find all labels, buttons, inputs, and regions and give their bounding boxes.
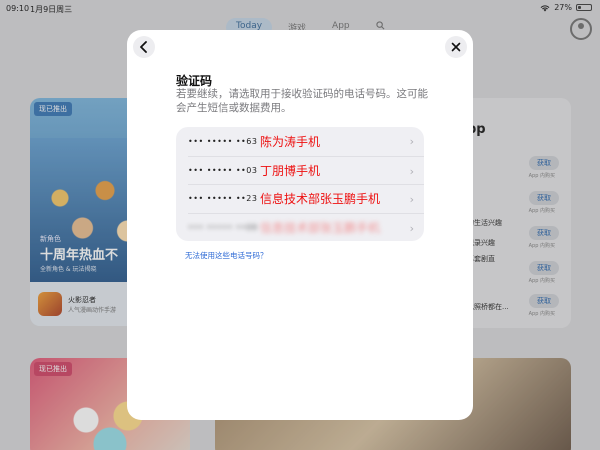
phone-option[interactable]: ••• ••••• ••63 陈为涛手机 ›: [176, 127, 424, 156]
masked-phone-number: ••• ••••• ••03: [188, 165, 258, 175]
phone-option[interactable]: ••• ••••• ••09 信息技术部张玉鹏手机 ›: [188, 212, 424, 242]
close-icon: [451, 42, 461, 52]
back-button[interactable]: [133, 36, 155, 58]
masked-phone-number: ••• ••••• ••09: [188, 222, 258, 232]
masked-phone-number: ••• ••••• ••63: [188, 136, 258, 146]
chevron-right-icon: ›: [409, 164, 414, 178]
sheet-description: 若要继续，请选取用于接收验证码的电话号码。这可能会产生短信或数据费用。: [176, 88, 428, 114]
chevron-left-icon: [140, 41, 147, 53]
phone-owner-annotation: 信息技术部张玉鹏手机: [260, 220, 381, 235]
chevron-right-icon: ›: [409, 135, 414, 148]
cannot-use-numbers-link[interactable]: 无法使用这些电话号码？: [185, 250, 268, 261]
phone-owner-annotation: 丁朋博手机: [260, 163, 321, 178]
close-button[interactable]: [445, 36, 467, 58]
chevron-right-icon: ›: [409, 193, 414, 206]
phone-owner-annotation: 信息技术部张玉鹏手机: [260, 192, 381, 207]
phone-owner-annotation: 陈为涛手机: [260, 134, 321, 149]
masked-phone-number: ••• ••••• ••23: [188, 194, 258, 204]
phone-number-list: ••• ••••• ••63 陈为涛手机 › ••• ••••• ••03 丁朋…: [176, 127, 424, 241]
phone-option[interactable]: ••• ••••• ••03 丁朋博手机 ›: [188, 155, 424, 185]
verification-sheet: 验证码 若要继续，请选取用于接收验证码的电话号码。这可能会产生短信或数据费用。 …: [127, 30, 473, 420]
phone-option[interactable]: ••• ••••• ••23 信息技术部张玉鹏手机 ›: [188, 184, 424, 213]
chevron-right-icon: ›: [409, 221, 414, 235]
